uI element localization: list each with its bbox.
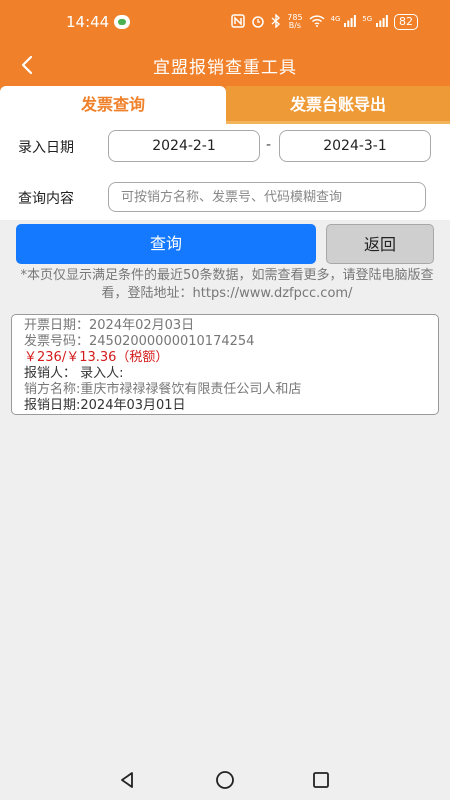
end-date-field[interactable]: 2024-3-1 [279, 130, 431, 162]
nav-back-icon[interactable] [117, 770, 137, 790]
wifi-icon [309, 14, 325, 30]
nfc-icon [231, 13, 246, 31]
nav-home-icon[interactable] [215, 770, 235, 790]
query-button[interactable]: 查询 [16, 224, 316, 264]
signal-icon [344, 14, 357, 27]
speed-unit: B/s [288, 21, 302, 30]
signal-4g-label: 4G [330, 14, 341, 23]
tab-bar: 发票查询 发票台账导出 [0, 86, 450, 124]
start-date-field[interactable]: 2024-2-1 [108, 130, 260, 162]
invoice-result-card[interactable]: 开票日期：2024年02月03日 发票号码：245020000000101742… [11, 314, 439, 415]
reimburse-date: 报销日期:2024年03月01日 [24, 398, 186, 413]
tab-invoice-ledger-export[interactable]: 发票台账导出 [226, 86, 450, 124]
battery-indicator: 82 [394, 14, 418, 30]
status-time: 14:44 [66, 13, 110, 31]
date-label: 录入日期 [18, 140, 74, 156]
invoice-number: 发票号码：24502000000010174254 [24, 334, 255, 349]
signal-4g: 4G [330, 14, 357, 30]
query-form: 录入日期 2024-2-1 - 2024-3-1 查询内容 [0, 124, 450, 220]
reimburser-entrant: 报销人： 录入人: [24, 366, 124, 381]
signal-5g: 5G [362, 14, 388, 30]
back-button[interactable]: 返回 [326, 224, 434, 264]
nav-recents-icon[interactable] [311, 770, 331, 790]
status-icons: 785 B/s 4G 5G 82 [231, 12, 418, 32]
status-bar: 14:44 785 B/s 4G 5G 82 [0, 0, 450, 44]
bluetooth-icon [271, 12, 281, 31]
network-speed: 785 B/s [287, 14, 302, 30]
invoice-amount: ￥236/￥13.36（税额） [24, 350, 169, 365]
wechat-notification-icon [114, 15, 130, 29]
signal-icon [376, 14, 388, 27]
system-nav-bar [0, 760, 450, 800]
tab-invoice-query[interactable]: 发票查询 [0, 86, 226, 124]
query-input[interactable] [108, 182, 426, 212]
notice-text: *本页仅显示满足条件的最近50条数据，如需查看更多，请登陆电脑版查看，登陆地址：… [20, 268, 434, 301]
issue-date: 开票日期：2024年02月03日 [24, 318, 195, 333]
date-separator: - [266, 137, 272, 153]
alarm-icon [251, 14, 265, 31]
seller-name: 销方名称:重庆市禄禄禄餐饮有限责任公司人和店 [24, 382, 302, 397]
query-label: 查询内容 [18, 191, 74, 207]
app-bar: 宜盟报销查重工具 [0, 44, 450, 86]
signal-5g-label: 5G [362, 14, 373, 23]
page-title: 宜盟报销查重工具 [153, 58, 297, 78]
